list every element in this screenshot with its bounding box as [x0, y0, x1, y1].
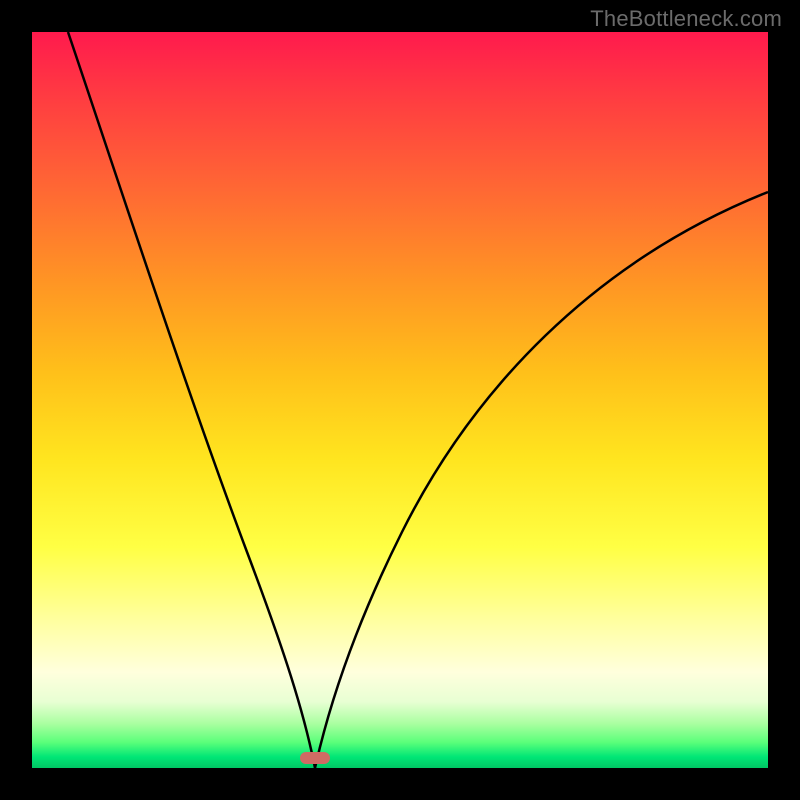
- optimum-marker: [300, 752, 330, 764]
- curve-right: [315, 192, 768, 768]
- curve-left: [68, 32, 315, 768]
- watermark: TheBottleneck.com: [590, 6, 782, 32]
- chart-frame: TheBottleneck.com: [0, 0, 800, 800]
- bottleneck-curve: [32, 32, 768, 768]
